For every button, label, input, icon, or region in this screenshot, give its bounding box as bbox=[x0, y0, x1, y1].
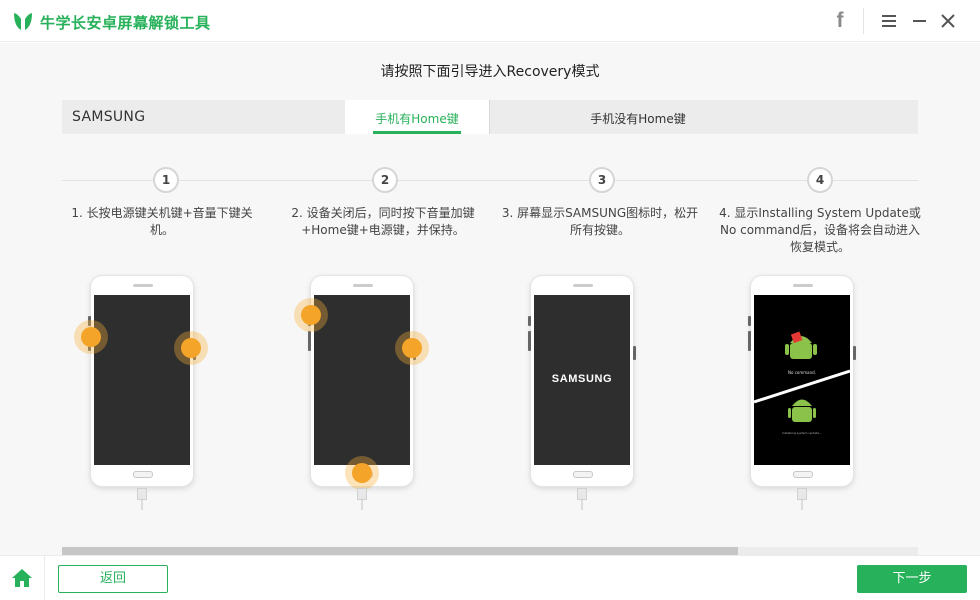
home-button-illustration bbox=[793, 471, 813, 478]
step-description-3: 3. 屏幕显示SAMSUNG图标时，松开 所有按键。 bbox=[501, 206, 699, 237]
usb-cable bbox=[137, 488, 147, 500]
home-press-indicator bbox=[345, 456, 379, 490]
tab-with-home-key-label[interactable]: 手机有Home键 bbox=[345, 110, 489, 127]
usb-cable bbox=[357, 488, 367, 500]
divider-slash bbox=[754, 369, 850, 404]
active-tab-indicator bbox=[373, 131, 461, 134]
step-description-1: 1. 长按电源键关机键+音量下键关 机。 bbox=[71, 206, 253, 237]
android-update-icon bbox=[788, 399, 816, 422]
scrollbar-thumb[interactable] bbox=[62, 547, 739, 555]
brand-label: SAMSUNG bbox=[72, 109, 146, 125]
phone-screen-samsung: SAMSUNG bbox=[534, 295, 630, 465]
power-press-indicator bbox=[174, 331, 208, 365]
step-number-1: 1 bbox=[153, 167, 179, 193]
tab-bar: SAMSUNG 手机有Home键 手机没有Home键 bbox=[62, 100, 918, 134]
minimize-icon[interactable] bbox=[913, 20, 926, 22]
facebook-icon[interactable]: f bbox=[832, 10, 848, 32]
volume-down-press-indicator bbox=[74, 320, 108, 354]
step-description-4: 4. 显示Installing System Update或 No command… bbox=[719, 206, 921, 254]
home-button-illustration bbox=[573, 471, 593, 478]
main-content: 请按照下面引导进入Recovery模式 SAMSUNG 手机有Home键 手机没… bbox=[0, 43, 980, 555]
title-bar: 牛学长安卓屏幕解锁工具 f bbox=[0, 0, 980, 42]
installing-update-text: Installing system update... bbox=[782, 431, 822, 435]
samsung-logo: SAMSUNG bbox=[551, 373, 613, 385]
phone-screen-recovery: No command. Installing system update... bbox=[754, 295, 850, 465]
close-icon[interactable] bbox=[940, 13, 956, 29]
steps-connector-line bbox=[62, 180, 918, 181]
tab-without-home-key[interactable]: 手机没有Home键 bbox=[490, 110, 786, 127]
home-button[interactable] bbox=[0, 556, 45, 600]
home-button-illustration bbox=[133, 471, 153, 478]
volume-up-press-indicator bbox=[294, 298, 328, 332]
back-button[interactable]: 返回 bbox=[58, 565, 168, 593]
app-logo-icon bbox=[14, 13, 32, 30]
phone-illustration-1 bbox=[88, 275, 196, 487]
usb-cable bbox=[577, 488, 587, 500]
home-icon bbox=[12, 569, 32, 587]
step-number-2: 2 bbox=[372, 167, 398, 193]
app-title: 牛学长安卓屏幕解锁工具 bbox=[40, 14, 211, 32]
phone-illustration-4: No command. Installing system update... bbox=[748, 275, 856, 487]
power-press-indicator bbox=[395, 331, 429, 365]
titlebar-divider bbox=[863, 8, 864, 34]
phone-screen-off bbox=[314, 295, 410, 465]
usb-cable bbox=[797, 488, 807, 500]
page-instruction: 请按照下面引导进入Recovery模式 bbox=[380, 64, 600, 80]
footer-bar: 返回 下一步 bbox=[0, 555, 980, 600]
next-step-button[interactable]: 下一步 bbox=[857, 565, 967, 593]
step-number-3: 3 bbox=[589, 167, 615, 193]
horizontal-scrollbar[interactable] bbox=[62, 547, 918, 555]
step-number-4: 4 bbox=[807, 167, 833, 193]
step-description-2: 2. 设备关闭后，同时按下音量加键 +Home键+电源键，并保持。 bbox=[291, 206, 475, 237]
menu-icon[interactable] bbox=[882, 15, 896, 27]
phone-screen-off bbox=[94, 295, 190, 465]
phone-illustration-3: SAMSUNG bbox=[528, 275, 636, 487]
